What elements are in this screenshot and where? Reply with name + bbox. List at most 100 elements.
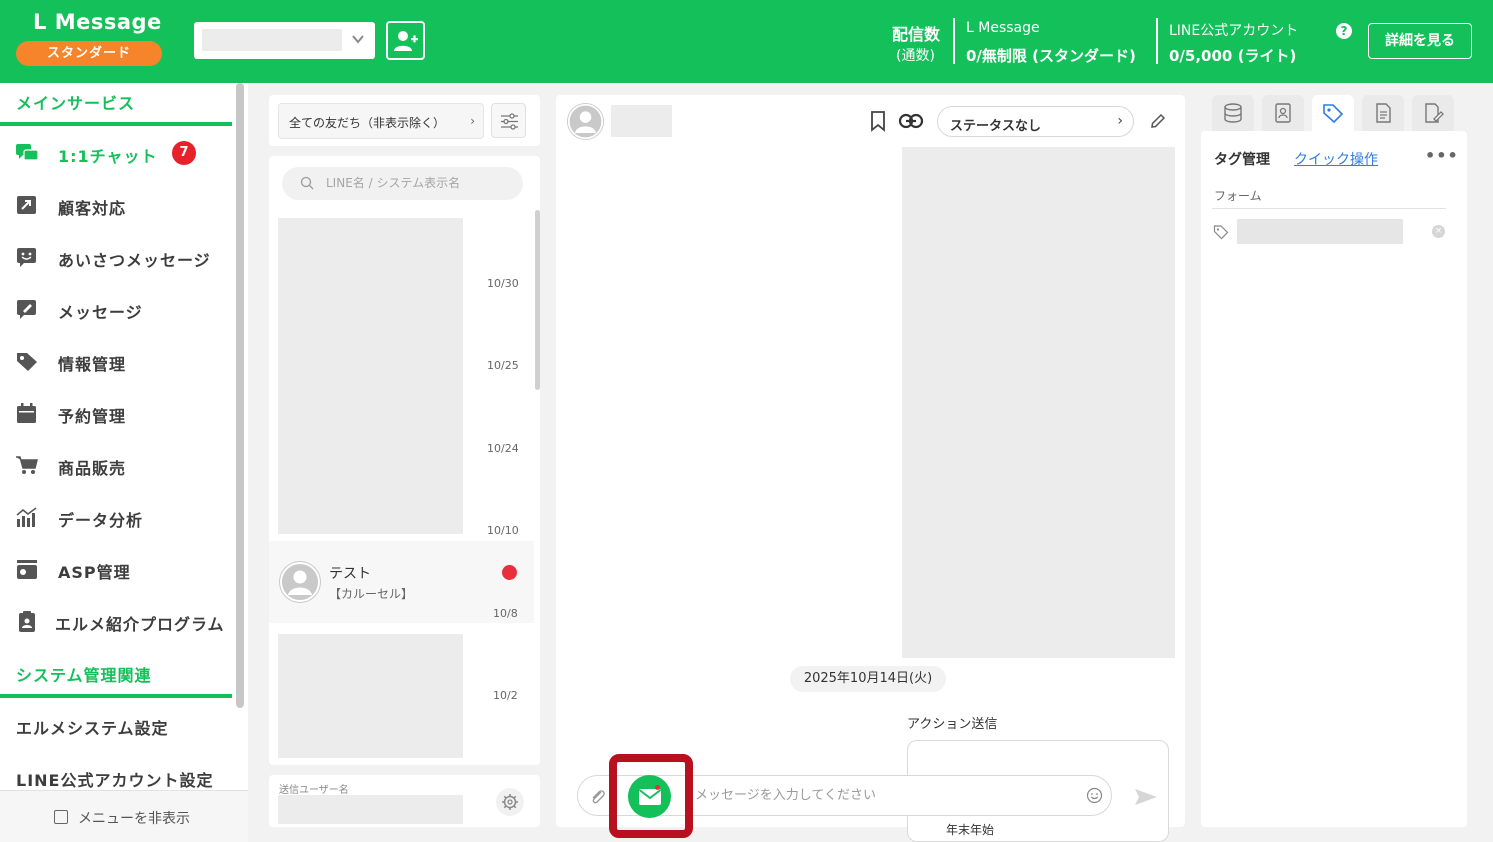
- sidebar-item-sales[interactable]: 商品販売: [0, 445, 232, 485]
- user-icon: [280, 562, 320, 602]
- send-icon[interactable]: [1133, 786, 1159, 808]
- main-service-heading: メインサービス: [16, 94, 136, 113]
- line-account-label: LINE公式アカウント: [1169, 23, 1299, 39]
- sidebar-item-label: 1:1チャット: [58, 147, 158, 166]
- contact-card-icon: [1275, 103, 1291, 123]
- tag-value: [1237, 219, 1403, 244]
- status-select[interactable]: ステータスなし ›: [937, 106, 1134, 137]
- sidebar-item-label: ASP管理: [58, 563, 131, 582]
- emoji-icon[interactable]: [1086, 787, 1103, 804]
- plan-badge: スタンダード: [16, 41, 162, 66]
- divider: [953, 18, 955, 64]
- friend-filter-label: 全ての友だち（非表示除く）: [289, 116, 446, 130]
- sidebar-item-message[interactable]: メッセージ: [0, 289, 232, 329]
- sender-settings-button[interactable]: [496, 788, 524, 816]
- filter-settings-button[interactable]: [491, 103, 526, 138]
- sidebar-item-line-account-settings[interactable]: LINE公式アカウント設定: [16, 767, 213, 791]
- pen-bubble-icon: [17, 300, 36, 319]
- divider: [1156, 18, 1158, 64]
- tag-icon: [1323, 104, 1344, 124]
- sidebar-item-asp[interactable]: ASP管理: [0, 549, 232, 589]
- database-icon: [1224, 103, 1242, 123]
- tab-contact[interactable]: [1262, 95, 1304, 131]
- tag-management-title: タグ管理: [1214, 152, 1270, 168]
- sidebar-item-referral[interactable]: エルメ紹介プログラム: [0, 601, 232, 641]
- section-rule: [0, 122, 232, 126]
- list-item-date: 10/10: [487, 524, 519, 537]
- chat-bubbles-icon: [16, 144, 39, 161]
- chat-avatar: [567, 103, 604, 140]
- sidebar-item-greeting[interactable]: あいさつメッセージ: [0, 237, 232, 277]
- tab-tags[interactable]: [1312, 95, 1354, 131]
- add-user-icon: [393, 30, 418, 51]
- tab-database[interactable]: [1212, 95, 1254, 131]
- list-item-placeholder[interactable]: [278, 218, 463, 534]
- list-item-placeholder[interactable]: [278, 634, 463, 758]
- friend-last-message: 【カルーセル】: [329, 587, 414, 601]
- document-edit-icon: [1425, 103, 1444, 123]
- help-icon[interactable]: ?: [1336, 23, 1352, 39]
- calendar-icon: [17, 403, 36, 423]
- top-header: L Message スタンダード 配信数 (通数) L Message 0/無制…: [0, 0, 1493, 83]
- sidebar-item-label: あいさつメッセージ: [58, 251, 211, 270]
- app-quota: 0/無制限 (スタンダード): [966, 47, 1136, 65]
- line-quota: 0/5,000 (ライト): [1169, 47, 1297, 65]
- list-item-date: 10/30: [487, 277, 519, 290]
- sidebar-item-customer-support[interactable]: 顧客対応: [0, 185, 232, 225]
- sidebar-item-lmessage-settings[interactable]: エルメシステム設定: [16, 715, 169, 739]
- sidebar-item-reservation[interactable]: 予約管理: [0, 393, 232, 433]
- message-input[interactable]: [695, 784, 1075, 806]
- sidebar-item-analytics[interactable]: データ分析: [0, 497, 232, 537]
- more-options-icon[interactable]: •••: [1425, 146, 1459, 165]
- collapse-icon: [54, 810, 68, 824]
- friend-search[interactable]: [282, 167, 523, 200]
- unread-dot: [502, 565, 517, 580]
- logo: L Message: [33, 10, 162, 34]
- sidebar-item-label: エルメ紹介プログラム: [55, 615, 225, 634]
- divider: [1212, 208, 1446, 209]
- sidebar-item-label: メッセージ: [58, 303, 143, 322]
- date-separator: 2025年10月14日(火): [790, 666, 946, 692]
- clipboard-user-icon: [19, 611, 35, 632]
- remove-tag-icon[interactable]: ×: [1432, 225, 1445, 238]
- gear-icon: [502, 794, 518, 810]
- hide-menu-button[interactable]: メニューを非表示: [0, 790, 248, 842]
- add-friend-button[interactable]: [386, 21, 425, 60]
- quick-operation-link[interactable]: クイック操作: [1294, 149, 1378, 169]
- search-input[interactable]: [326, 172, 516, 194]
- chart-icon: [16, 507, 37, 527]
- sidebar-item-label: 顧客対応: [58, 199, 127, 218]
- form-label: フォーム: [1214, 189, 1262, 203]
- sidebar-item-label: 商品販売: [58, 459, 127, 478]
- sender-name-field[interactable]: [278, 795, 463, 824]
- cart-icon: [16, 456, 38, 474]
- sidebar-item-info-management[interactable]: 情報管理: [0, 341, 232, 381]
- tag-icon: [17, 353, 37, 371]
- document-icon: [1376, 103, 1391, 123]
- detail-button[interactable]: 詳細を見る: [1368, 23, 1472, 59]
- friend-list-scrollbar[interactable]: [535, 210, 540, 390]
- paperclip-icon[interactable]: [588, 786, 606, 806]
- list-item-date: 10/8: [493, 607, 518, 620]
- arrow-box-icon: [17, 196, 36, 214]
- smile-bubble-icon: [17, 248, 36, 267]
- message-image[interactable]: [902, 147, 1175, 658]
- sliders-icon: [501, 113, 518, 130]
- hide-menu-label: メニューを非表示: [78, 811, 190, 827]
- tab-document[interactable]: [1362, 95, 1404, 131]
- highlight-box: [609, 754, 693, 838]
- link-icon[interactable]: [898, 112, 924, 130]
- friend-filter-button[interactable]: 全ての友だち（非表示除く） ›: [278, 103, 484, 139]
- pencil-icon[interactable]: [1149, 112, 1167, 130]
- chevron-down-icon: [352, 35, 364, 44]
- chevron-right-icon: ›: [1117, 113, 1123, 129]
- bookmark-icon[interactable]: [869, 110, 887, 132]
- list-item-date: 10/25: [487, 359, 519, 372]
- account-select[interactable]: [194, 22, 375, 59]
- delivery-sub: (通数): [896, 48, 935, 64]
- sidebar-item-label: 予約管理: [58, 407, 127, 426]
- sidebar-scrollbar[interactable]: [236, 83, 244, 708]
- status-label: ステータスなし: [950, 119, 1042, 134]
- tab-document-edit[interactable]: [1412, 95, 1454, 131]
- sidebar-item-chat[interactable]: 1:1チャット 7: [0, 133, 232, 173]
